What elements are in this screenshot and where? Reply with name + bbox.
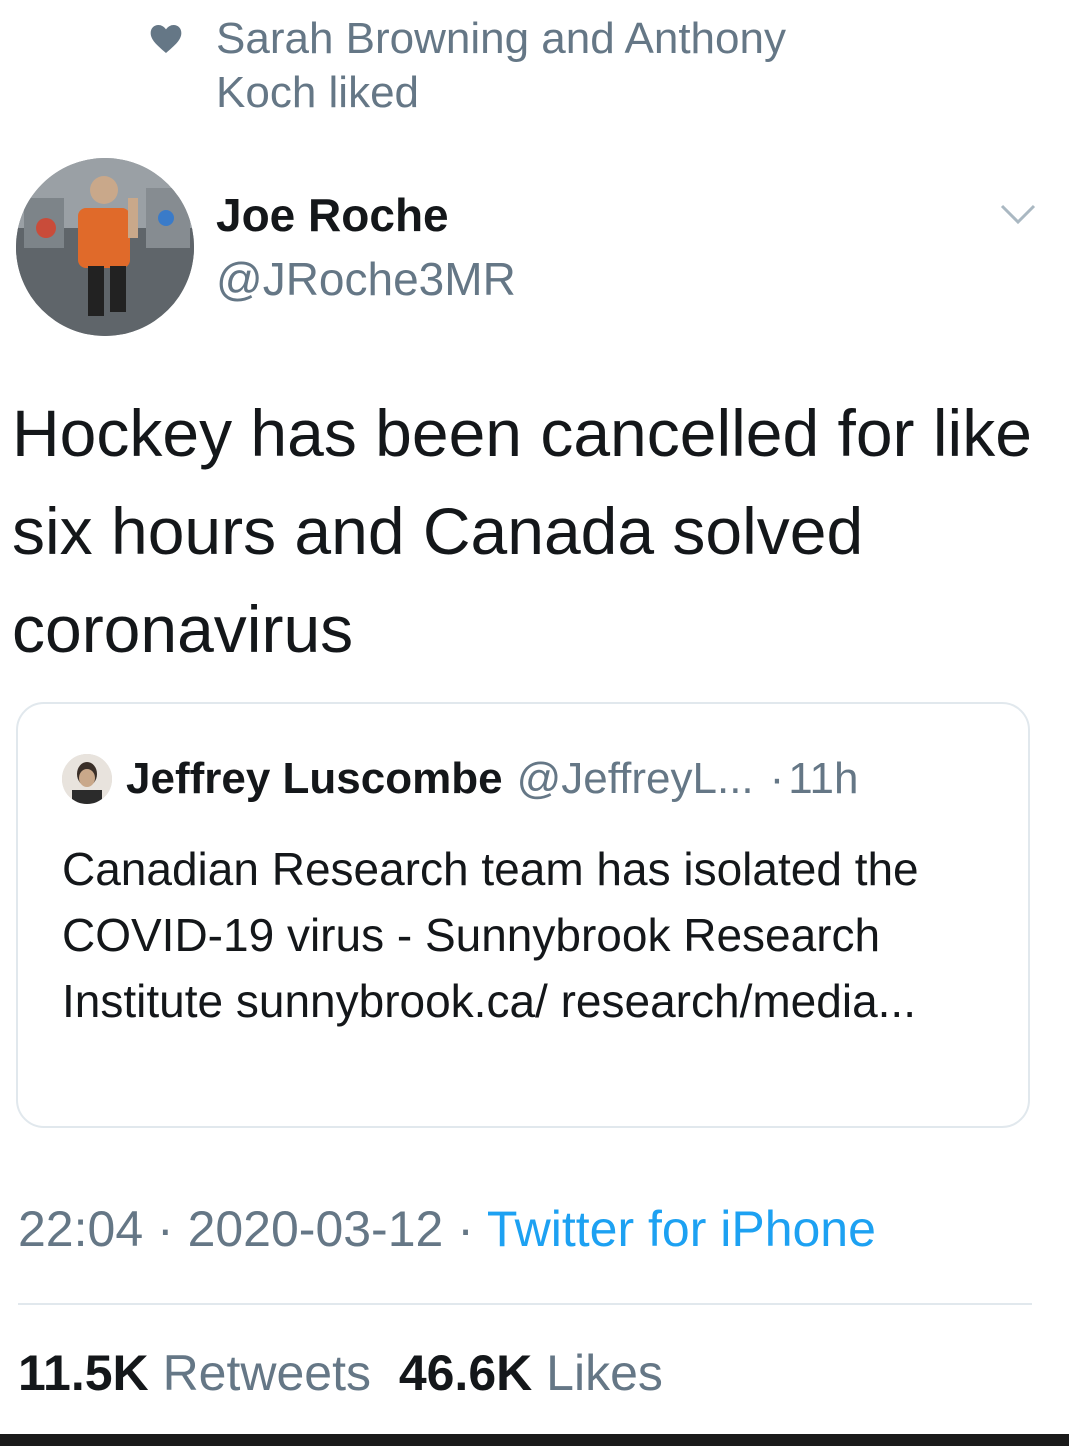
meta-separator-1: · [143, 1201, 188, 1257]
divider [18, 1303, 1032, 1305]
tweet-text: Hockey has been cancelled for like six h… [12, 396, 1032, 666]
quoted-tweet-text: Canadian Research team has isolated the … [62, 843, 919, 1027]
quoted-timestamp: 11h [788, 754, 859, 803]
quoted-author-avatar [62, 754, 112, 804]
likes-stat[interactable]: 46.6K Likes [399, 1345, 663, 1401]
quoted-author-handle: @JeffreyL... [516, 754, 754, 803]
tweet-time[interactable]: 22:04 [18, 1201, 143, 1257]
likes-count: 46.6K [398, 1345, 533, 1401]
meta-separator-2: · [443, 1201, 487, 1257]
quoted-tweet[interactable]: Jeffrey Luscombe @JeffreyL... · 11h Cana… [16, 702, 1030, 1128]
bottom-edge-bar [0, 1434, 1069, 1446]
tweet-source-link[interactable]: Twitter for iPhone [487, 1201, 876, 1257]
likes-label: Likes [546, 1345, 663, 1401]
tweet-date[interactable]: 2020-03-12 [188, 1201, 444, 1257]
author-name[interactable]: Joe Roche [216, 188, 449, 242]
retweets-stat[interactable]: 11.5K Retweets [18, 1345, 371, 1401]
quoted-author-name: Jeffrey Luscombe [126, 754, 503, 803]
quoted-tweet-header: Jeffrey Luscombe @JeffreyL... · 11h [62, 754, 858, 804]
chevron-down-icon[interactable] [998, 202, 1038, 228]
social-context-text: Sarah Browning and Anthony Koch liked [216, 14, 786, 117]
avatar[interactable] [16, 158, 194, 336]
retweets-label: Retweets [162, 1345, 372, 1401]
author-handle[interactable]: @JRoche3MR [216, 252, 516, 306]
tweet-stats: 11.5K Retweets 46.6K Likes [18, 1344, 663, 1402]
quoted-separator: · [769, 754, 785, 803]
tweet-meta: 22:04 · 2020-03-12 · Twitter for iPhone [18, 1200, 876, 1258]
social-context[interactable]: Sarah Browning and Anthony Koch liked [150, 12, 856, 120]
heart-icon [150, 25, 182, 53]
retweets-count: 11.5K [18, 1345, 149, 1401]
